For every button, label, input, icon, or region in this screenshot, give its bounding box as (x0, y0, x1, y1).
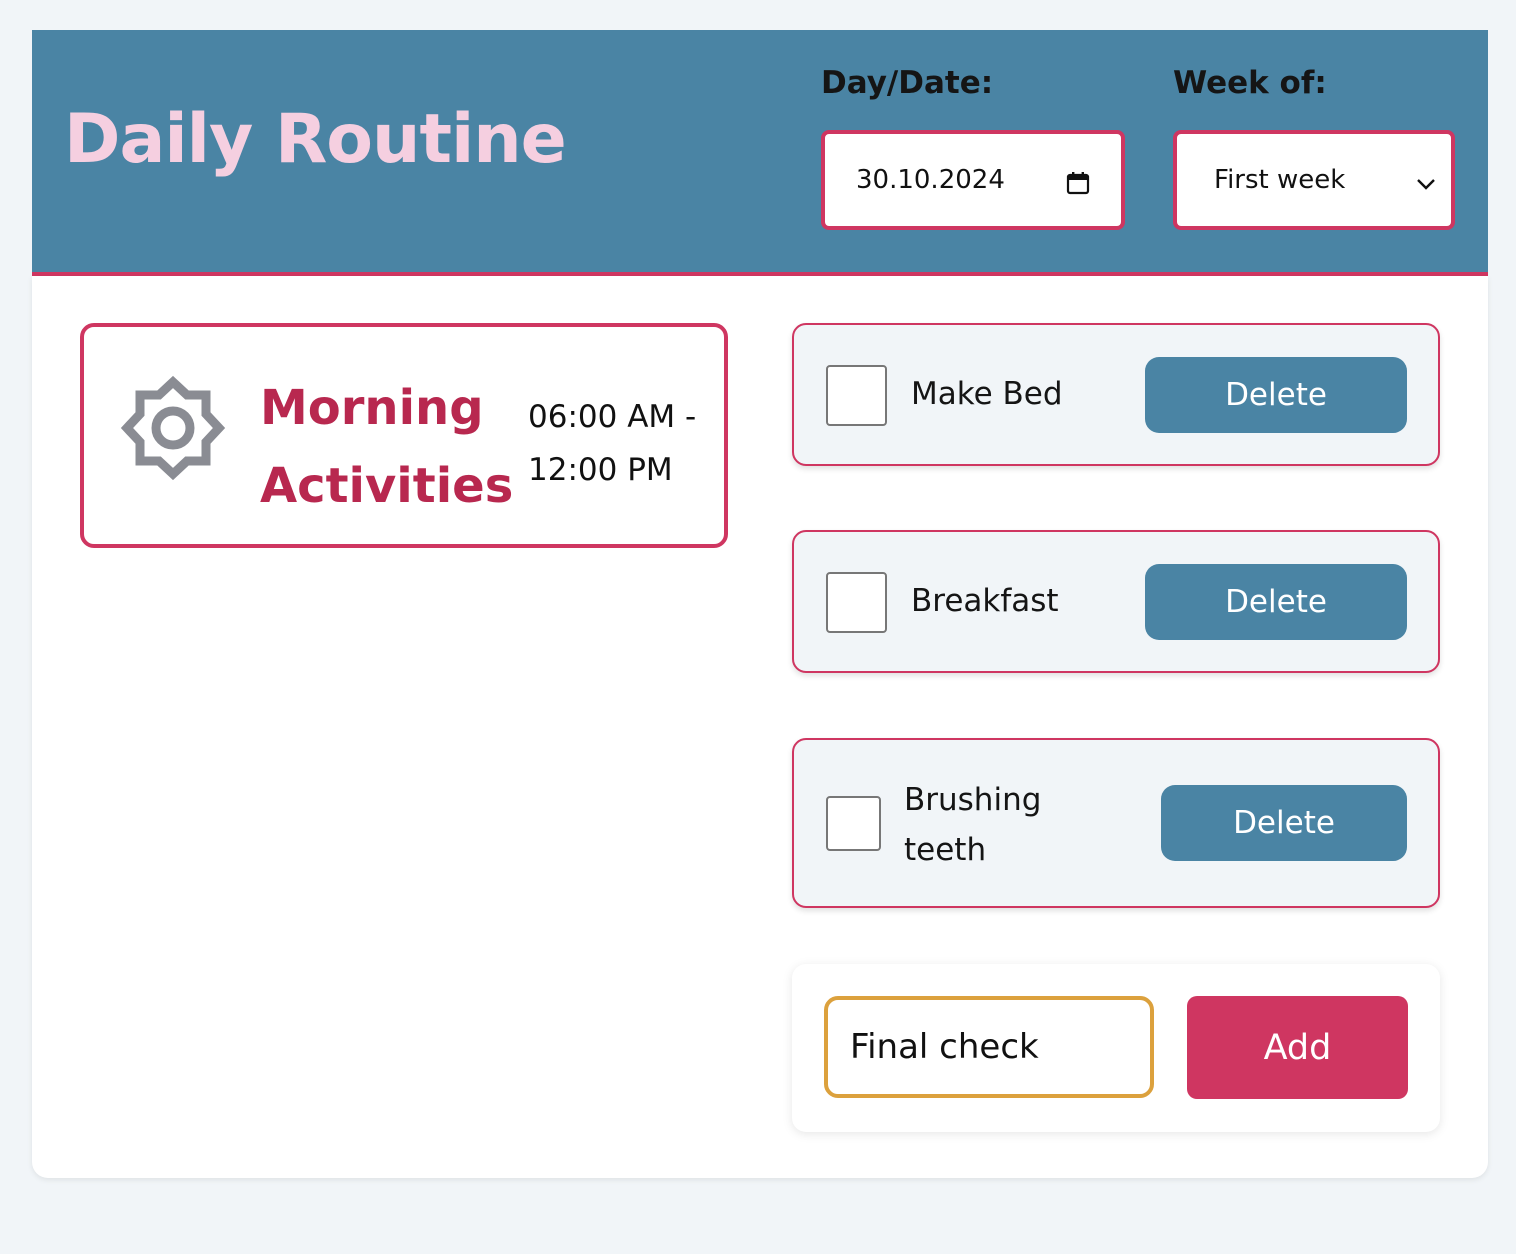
add-button[interactable]: Add (1187, 996, 1408, 1099)
task-label: Make Bed (911, 376, 1063, 412)
task-item: Breakfast Delete (792, 530, 1440, 673)
task-checkbox[interactable] (826, 572, 887, 633)
calendar-icon[interactable] (1066, 171, 1090, 195)
sun-icon (120, 375, 226, 481)
section-title: Morning Activities (260, 380, 514, 514)
delete-button[interactable]: Delete (1161, 785, 1407, 861)
week-select-value: First week (1214, 165, 1346, 195)
section-card-morning: Morning Activities 06:00 AM - 12:00 PM (80, 323, 728, 548)
delete-button[interactable]: Delete (1145, 357, 1407, 433)
task-item: Make Bed Delete (792, 323, 1440, 466)
date-input[interactable]: 30.10.2024 (821, 130, 1125, 230)
chevron-down-icon (1417, 179, 1435, 190)
header: Daily Routine Day/Date: 30.10.2024 Week … (32, 30, 1488, 276)
page-title: Daily Routine (64, 100, 567, 179)
daily-routine-app: Daily Routine Day/Date: 30.10.2024 Week … (32, 30, 1488, 1178)
new-task-input[interactable] (824, 996, 1154, 1098)
week-select[interactable]: First week (1173, 130, 1455, 230)
date-input-value: 30.10.2024 (856, 165, 1005, 195)
routine-panel: Morning Activities 06:00 AM - 12:00 PM M… (32, 276, 1488, 1178)
task-label: Breakfast (911, 583, 1059, 619)
task-label: Brushing teeth (904, 782, 1042, 868)
task-checkbox[interactable] (826, 796, 881, 851)
delete-button[interactable]: Delete (1145, 564, 1407, 640)
task-item: Brushing teeth Delete (792, 738, 1440, 908)
add-task-row: Add (792, 964, 1440, 1132)
day-date-label: Day/Date: (821, 65, 994, 101)
week-of-label: Week of: (1173, 65, 1327, 101)
task-checkbox[interactable] (826, 365, 887, 426)
section-time-range: 06:00 AM - 12:00 PM (528, 399, 697, 488)
